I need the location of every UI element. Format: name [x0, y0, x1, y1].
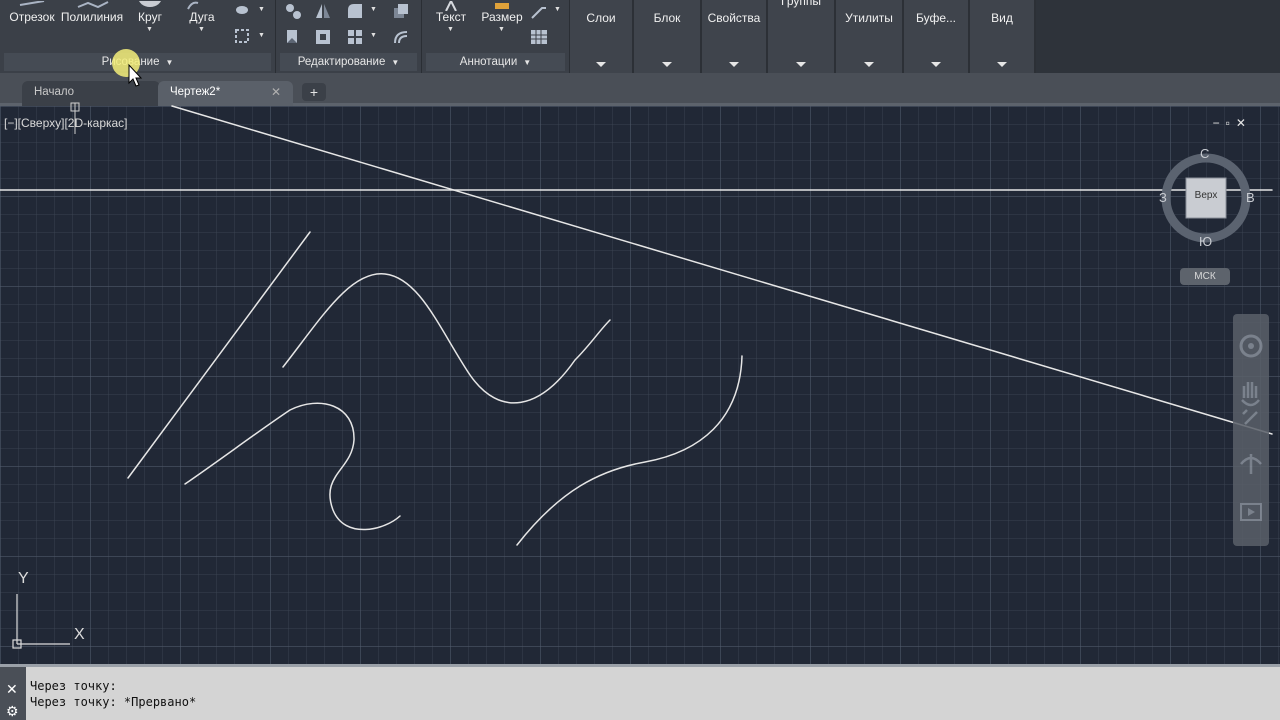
properties-panel-button[interactable]: Свойства: [702, 0, 768, 73]
tab-drawing[interactable]: Чертеж2* ✕: [158, 81, 293, 106]
utilities-panel-button[interactable]: Утилиты: [836, 0, 904, 73]
tab-start[interactable]: Начало: [22, 81, 160, 106]
new-tab-button[interactable]: +: [302, 83, 326, 101]
modify-panel-title[interactable]: Редактирование ▼: [280, 53, 417, 71]
arc-icon: [178, 0, 226, 10]
rectangle-icon[interactable]: [234, 28, 250, 44]
chevron-down-icon[interactable]: ▼: [370, 32, 377, 39]
scale-icon[interactable]: [314, 28, 330, 44]
orbit-icon: [1240, 454, 1262, 474]
chevron-down-icon[interactable]: ▼: [258, 6, 265, 13]
chevron-down-icon: [729, 62, 739, 67]
command-line[interactable]: ✕ ⚙ Через точку: Через точку: *Прервано*: [0, 664, 1280, 720]
chevron-down-icon: ▼: [523, 58, 532, 67]
navigation-bar: [1233, 314, 1269, 546]
text-icon: [428, 0, 474, 12]
draw-panel: Отрезок Полилиния Круг ▼ Дуга ▼ ▼ ▼ Рисо…: [0, 0, 276, 73]
pan-hand-icon: [1241, 382, 1260, 407]
copy-icon[interactable]: [284, 28, 300, 44]
navigation-bar-icons: [1239, 334, 1263, 521]
compass-north[interactable]: С: [1200, 146, 1209, 161]
mirror-icon[interactable]: [314, 2, 330, 18]
zoom-icon: [1242, 409, 1258, 425]
line-tool-button[interactable]: Отрезок: [4, 0, 60, 24]
layers-panel-button[interactable]: Слои: [570, 0, 634, 73]
viewport-controls-label[interactable]: [−][Сверху][2D-каркас]: [4, 116, 128, 130]
annotation-panel: Текст ▼ Размер ▼ ▼ Аннотации ▼: [422, 0, 570, 73]
polyline-tool-button[interactable]: Полилиния: [60, 0, 124, 24]
command-line-tools: ✕ ⚙: [0, 667, 26, 720]
chevron-down-icon[interactable]: ▼: [447, 26, 454, 33]
dimension-tool-button[interactable]: Размер ▼: [478, 0, 526, 33]
offset-icon[interactable]: [392, 28, 408, 44]
leader-icon[interactable]: [530, 2, 546, 19]
chevron-down-icon[interactable]: ▼: [258, 32, 265, 39]
chevron-down-icon: [596, 62, 606, 67]
wrench-icon[interactable]: ⚙: [6, 703, 19, 720]
modify-panel: ▼ ▼ Редактирование ▼: [276, 0, 422, 73]
command-history-line: Через точку:: [30, 679, 117, 693]
ribbon-empty-area: [1036, 0, 1280, 73]
circle-icon: [126, 0, 174, 10]
chevron-down-icon[interactable]: ▼: [554, 6, 561, 13]
text-tool-button[interactable]: Текст ▼: [428, 0, 474, 33]
viewcube[interactable]: Верх С Ю В З: [1158, 146, 1255, 249]
compass-west[interactable]: З: [1159, 190, 1167, 205]
chevron-down-icon: [796, 62, 806, 67]
array-icon[interactable]: [392, 2, 408, 18]
chevron-down-icon: ▼: [391, 58, 400, 67]
chevron-down-icon[interactable]: ▼: [146, 26, 153, 33]
close-icon[interactable]: ✕: [271, 81, 281, 103]
chevron-down-icon: ▼: [165, 58, 174, 67]
view-panel-button[interactable]: Вид: [970, 0, 1036, 73]
move-icon[interactable]: [284, 2, 301, 19]
chevron-down-icon[interactable]: ▼: [370, 6, 377, 13]
ribbon: Отрезок Полилиния Круг ▼ Дуга ▼ ▼ ▼ Рисо…: [0, 0, 1280, 73]
command-history-line: Через точку: *Прервано*: [30, 695, 197, 709]
chevron-down-icon[interactable]: ▼: [198, 26, 205, 33]
compass-south[interactable]: Ю: [1199, 234, 1212, 249]
fillet-icon[interactable]: [346, 2, 362, 18]
rect-array-icon[interactable]: [346, 28, 362, 44]
drawing-canvas[interactable]: [−][Сверху][2D-каркас] −▫✕: [0, 106, 1280, 664]
dimension-icon: [478, 0, 526, 10]
chevron-down-icon: [931, 62, 941, 67]
compass-east[interactable]: В: [1246, 190, 1255, 205]
ucs-y-label: Y: [18, 570, 29, 587]
table-icon[interactable]: [530, 28, 547, 44]
chevron-down-icon: [997, 62, 1007, 67]
document-tab-bar: Начало Чертеж2* ✕ +: [0, 73, 1280, 106]
chevron-down-icon[interactable]: ▼: [498, 26, 505, 33]
viewport-window-controls[interactable]: −▫✕: [1213, 116, 1252, 130]
close-icon[interactable]: ✕: [6, 681, 18, 698]
arc-tool-button[interactable]: Дуга ▼: [178, 0, 226, 33]
chevron-down-icon: [662, 62, 672, 67]
circle-tool-button[interactable]: Круг ▼: [126, 0, 174, 33]
block-panel-button[interactable]: Блок: [634, 0, 702, 73]
ucs-x-label: X: [74, 626, 85, 643]
viewcube-face-top[interactable]: Верх: [1186, 190, 1226, 201]
clipboard-panel-button[interactable]: Буфе...: [904, 0, 970, 73]
ucs-dropdown[interactable]: МСК: [1180, 268, 1230, 285]
polyline-icon: [60, 0, 124, 10]
line-icon: [4, 0, 60, 10]
groups-panel-button[interactable]: Группы: [768, 0, 836, 73]
draw-panel-title[interactable]: Рисование ▼: [4, 53, 271, 71]
hatch-icon[interactable]: [234, 2, 250, 18]
chevron-down-icon: [864, 62, 874, 67]
annotation-panel-title[interactable]: Аннотации ▼: [426, 53, 565, 71]
